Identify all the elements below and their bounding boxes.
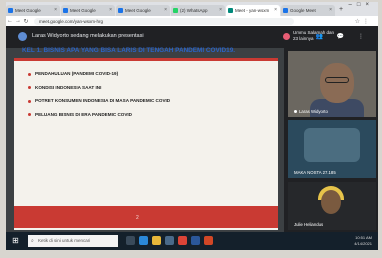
slide-title: KEL 1. BISNIS APA YANG BISA LARIS DI TEN… xyxy=(22,47,236,54)
slide-top-accent xyxy=(14,58,278,61)
meet-favicon-icon xyxy=(118,8,123,13)
address-bar-row: ← → ↻ meet.google.com/yan-wsxm-hrg ☆⋮ xyxy=(6,16,378,26)
close-tab-icon[interactable]: × xyxy=(274,5,277,16)
meet-favicon-icon xyxy=(283,8,288,13)
url-field[interactable]: meet.google.com/yan-wsxm-hrg xyxy=(34,17,294,25)
tab-label: Meet Google xyxy=(125,8,151,13)
tab-label: Meet - yan-wsxm xyxy=(235,8,270,13)
back-icon[interactable]: ← xyxy=(6,18,14,24)
edge-icon[interactable] xyxy=(139,236,148,245)
participant-video xyxy=(304,128,360,162)
reload-icon[interactable]: ↻ xyxy=(22,18,30,25)
windows-start-icon[interactable]: ⊞ xyxy=(12,237,20,245)
meet-favicon-icon xyxy=(228,8,233,13)
browser-tab-active[interactable]: Meet - yan-wsxm × xyxy=(226,5,280,16)
browser-tab[interactable]: Google Meet × xyxy=(281,5,335,16)
search-placeholder: Ketik di sini untuk mencari xyxy=(38,238,91,243)
tab-label: Meet Google xyxy=(15,8,41,13)
participant-avatar xyxy=(283,33,290,40)
tab-label: Google Meet xyxy=(290,8,316,13)
meet-favicon-icon xyxy=(8,8,13,13)
slide-bullet: PELUANG BISNIS DI ERA PANDEMIC COVID xyxy=(28,111,170,125)
store-icon[interactable] xyxy=(165,236,174,245)
browser-tab[interactable]: Meet Google × xyxy=(6,5,60,16)
presenting-notice: Laras Widyorto sedang melakukan presenta… xyxy=(32,33,144,39)
taskbar-apps xyxy=(126,236,213,245)
participant-tile[interactable]: Julie Heliandus xyxy=(288,182,376,230)
close-tab-icon[interactable]: × xyxy=(219,5,222,16)
forward-icon[interactable]: → xyxy=(14,18,22,24)
meeting-toolbar-icons[interactable]: 👥 💬 ⋮ xyxy=(316,33,370,40)
tab-label: Meet Google xyxy=(70,8,96,13)
tab-label: (2) WhatsApp xyxy=(180,8,208,13)
slide-bottom-accent xyxy=(14,206,278,228)
whatsapp-favicon-icon xyxy=(173,8,178,13)
browser-tab[interactable]: Meet Google × xyxy=(116,5,170,16)
presenter-avatar xyxy=(18,32,27,41)
close-tab-icon[interactable]: × xyxy=(109,5,112,16)
task-view-icon[interactable] xyxy=(126,236,135,245)
slide-page-number: 2 xyxy=(136,215,139,221)
browser-tab-strip: Meet Google × Meet Google × Meet Google … xyxy=(6,2,378,16)
participant-tile[interactable]: Laras Widyorto xyxy=(288,51,376,117)
word-icon[interactable] xyxy=(191,236,200,245)
close-tab-icon[interactable]: × xyxy=(164,5,167,16)
mic-icon xyxy=(294,110,297,113)
new-tab-icon[interactable]: + xyxy=(339,4,343,16)
glasses-icon xyxy=(325,77,349,83)
close-tab-icon[interactable]: × xyxy=(54,5,57,16)
windows-taskbar: ⊞ ⌕ Ketik di sini untuk mencari 10:51 AM… xyxy=(6,232,378,250)
browser-tab[interactable]: Meet Google × xyxy=(61,5,115,16)
meet-header: Laras Widyorto sedang melakukan presenta… xyxy=(6,26,378,48)
powerpoint-icon[interactable] xyxy=(204,236,213,245)
chrome-icon[interactable] xyxy=(178,236,187,245)
meet-favicon-icon xyxy=(63,8,68,13)
browser-tab[interactable]: (2) WhatsApp × xyxy=(171,5,225,16)
close-tab-icon[interactable]: × xyxy=(329,5,332,16)
slide-bullet: KONDISI INDONESIA SAAT INI xyxy=(28,84,170,98)
slide-bullet-list: PENDAHULUAN (PANDEMI COVID-19) KONDISI I… xyxy=(28,70,170,124)
file-explorer-icon[interactable] xyxy=(152,236,161,245)
taskbar-search[interactable]: ⌕ Ketik di sini untuk mencari xyxy=(28,235,118,247)
window-controls[interactable]: –□× xyxy=(349,2,374,8)
clock-date: 4/14/2021 xyxy=(354,241,372,246)
participant-face xyxy=(321,190,341,214)
participant-name: MAKA NOSTA 27.185 xyxy=(294,170,336,175)
slide-bullet: PENDAHULUAN (PANDEMI COVID-19) xyxy=(28,70,170,84)
extensions-icon[interactable]: ☆⋮ xyxy=(355,18,372,25)
participant-face xyxy=(320,63,354,103)
slide-bullet: POTRET KONSUMEN INDONESIA DI MASA PANDEM… xyxy=(28,97,170,111)
participant-name: Laras Widyorto xyxy=(294,109,328,114)
search-icon: ⌕ xyxy=(31,238,34,244)
system-tray[interactable]: 10:51 AM 4/14/2021 xyxy=(354,235,372,247)
participant-tile[interactable]: MAKA NOSTA 27.185 xyxy=(288,120,376,178)
participant-name: Julie Heliandus xyxy=(294,222,324,227)
